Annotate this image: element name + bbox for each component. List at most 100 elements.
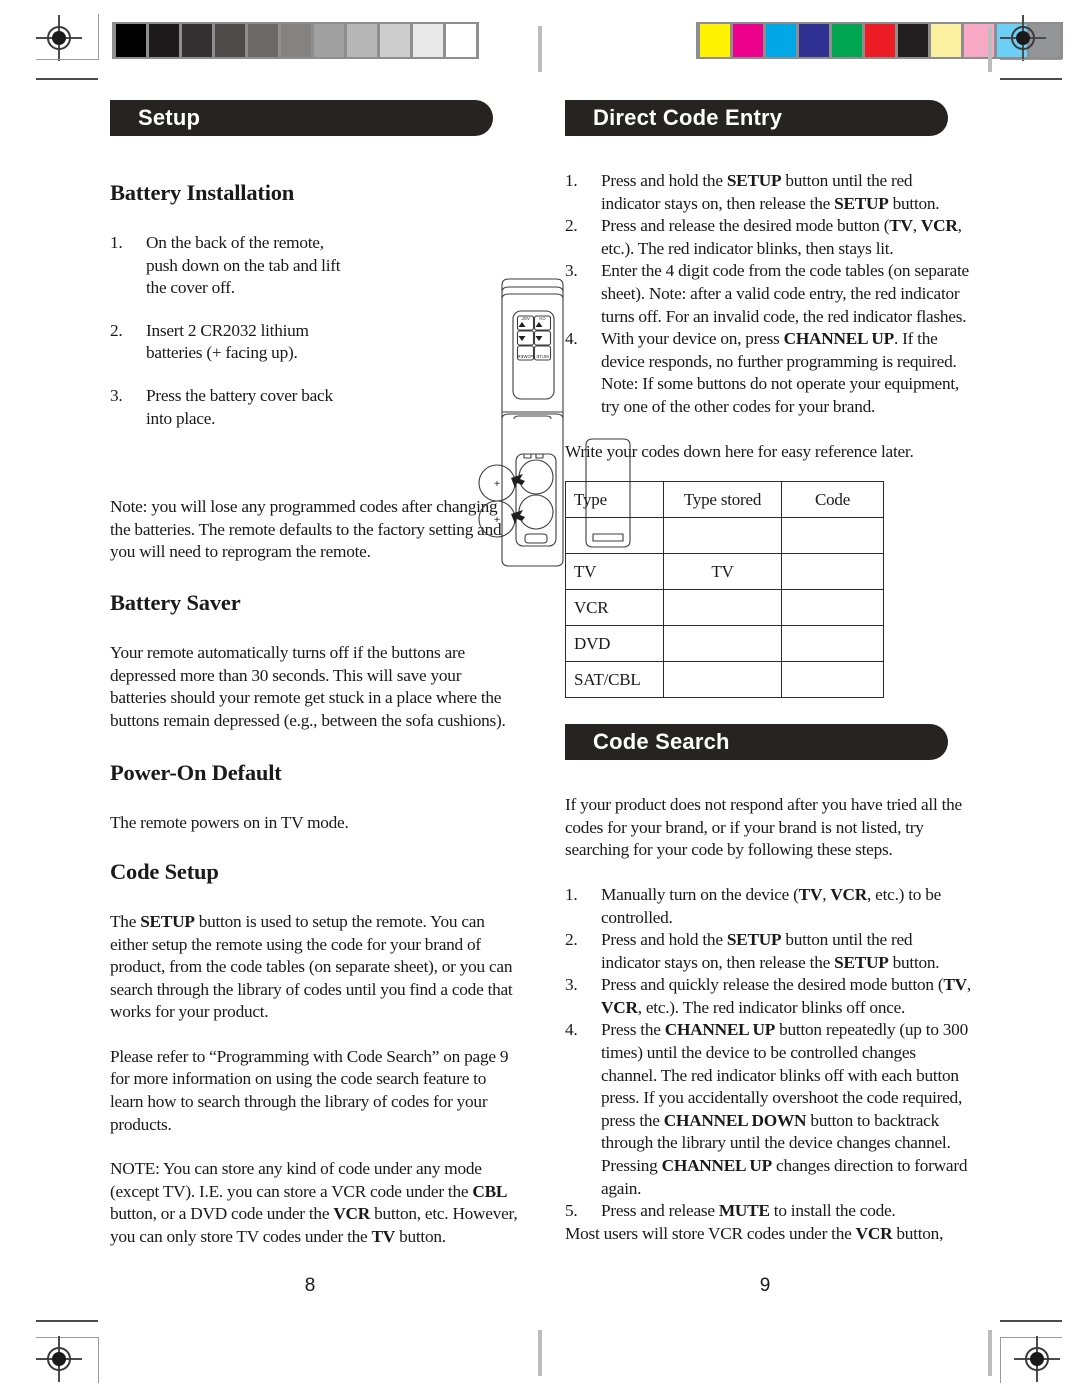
text-run: button. — [395, 1227, 446, 1247]
page-number-left: 8 — [304, 1275, 316, 1296]
table-cell: SAT/CBL — [565, 661, 664, 699]
step-number: 1. — [565, 171, 578, 190]
tv-keyword: TV — [371, 1227, 396, 1247]
text-run: Press and release — [601, 1201, 719, 1221]
table-cell: TV — [663, 553, 782, 591]
text-run: NOTE: You can store any kind of code und… — [110, 1159, 482, 1201]
step-text: Insert 2 CR2032 lithium batteries (+ fac… — [146, 320, 309, 363]
page-left: Setup Battery Installation 1. On the bac… — [110, 100, 631, 1249]
text-run: Manually turn on the device ( — [601, 884, 799, 904]
table-cell-blank[interactable] — [663, 517, 782, 555]
text-run: , — [912, 216, 921, 236]
direct-code-entry-steps: 1. Press and hold the SETUP button until … — [565, 170, 975, 419]
table-cell-blank[interactable] — [781, 517, 884, 555]
manual-spread: Setup Battery Installation 1. On the bac… — [0, 0, 1080, 1397]
code-setup-paragraph-2: Please refer to “Programming with Code S… — [110, 1046, 509, 1134]
corner-rule-v — [1000, 1337, 1002, 1383]
emphasis-keyword: SETUP — [726, 930, 782, 950]
remote-key-label-power: POWER — [517, 354, 534, 359]
list-item: 1. On the back of the remote, push down … — [110, 232, 342, 300]
table-cell-blank[interactable] — [565, 517, 664, 555]
heading-battery-saver: Battery Saver — [110, 589, 241, 615]
table-row: TV TV — [565, 553, 884, 591]
bottom-center-tick-right — [988, 1330, 992, 1376]
step-number: 2. — [110, 320, 123, 340]
text-run: button, — [892, 1223, 944, 1243]
section-header-setup: Setup — [110, 100, 493, 136]
list-item: 1. Manually turn on the device (TV, VCR, … — [565, 884, 975, 929]
text-run: With your device on, press — [601, 329, 784, 349]
emphasis-keyword: MUTE — [718, 1201, 770, 1221]
step-text: Enter the 4 digit code from the code tab… — [601, 261, 969, 325]
code-search-intro: If your product does not respond after y… — [565, 795, 962, 860]
table-header-cell: Type stored — [663, 481, 782, 519]
text-run: to install the code. — [769, 1201, 896, 1221]
reg-dot — [52, 1352, 66, 1366]
text-run: Press the — [601, 1020, 665, 1040]
emphasis-keyword: VCR — [601, 997, 638, 1017]
list-item: 5. Press and release MUTE to install the … — [565, 1200, 975, 1223]
table-cell-blank[interactable] — [781, 589, 884, 627]
table-cell-blank[interactable] — [781, 661, 884, 699]
table-cell-blank[interactable] — [781, 553, 884, 591]
text-run: Press and release the desired mode butto… — [601, 216, 890, 236]
table-header-cell: Type — [565, 481, 664, 519]
emphasis-keyword: CHANNEL UP — [664, 1020, 776, 1040]
step-number: 1. — [110, 233, 123, 252]
step-text: Press and release MUTE to install the co… — [601, 1201, 896, 1220]
table-cell: VCR — [565, 589, 664, 627]
text-run: button. — [888, 193, 940, 213]
emphasis-keyword: SETUP — [726, 171, 782, 190]
table-row — [565, 517, 884, 555]
corner-rule-v — [98, 1337, 100, 1383]
list-item: 1. Press and hold the SETUP button until … — [565, 170, 975, 215]
section-header-code-search: Code Search — [565, 724, 948, 761]
step-text: With your device on, press CHANNEL UP. I… — [601, 329, 959, 416]
text-run: Enter the 4 digit code from the code tab… — [601, 261, 969, 326]
step-text: Press and hold the SETUP button until th… — [601, 171, 940, 213]
bottom-center-tick — [538, 1330, 542, 1376]
remote-key-label-mute: MUTE — [536, 354, 549, 359]
heading-power-on-default: Power-On Default — [110, 760, 282, 786]
setup-keyword: SETUP — [140, 911, 195, 931]
table-cell-blank[interactable] — [663, 589, 782, 627]
text-run: , — [966, 975, 971, 995]
step-number: 3. — [565, 261, 578, 281]
emphasis-keyword: SETUP — [834, 952, 889, 972]
table-cell-blank[interactable] — [663, 625, 782, 663]
list-item: 3. Press and quickly release the desired … — [565, 974, 975, 1019]
battery-plus-symbol: + — [494, 514, 500, 526]
list-item: 4. With your device on, press CHANNEL UP.… — [565, 328, 975, 418]
step-text: Press the CHANNEL UP button repeatedly (… — [601, 1020, 968, 1197]
step-number: 2. — [565, 216, 578, 236]
step-text: Manually turn on the device (TV, VCR, et… — [601, 885, 941, 927]
table-header-cell: Code — [781, 481, 884, 519]
step-number: 3. — [565, 975, 578, 995]
write-codes-line: Write your codes down here for easy refe… — [565, 441, 914, 461]
table-cell-blank[interactable] — [663, 661, 782, 699]
text-run: , etc.). The red indicator blinks off on… — [637, 997, 906, 1017]
step-text: Press and hold the SETUP button until th… — [601, 930, 940, 972]
emphasis-keyword: CHANNEL DOWN — [663, 1110, 807, 1130]
text-run: Press and hold the — [601, 171, 727, 190]
text-run: Press and hold the — [601, 930, 727, 950]
remote-key-label-vol: VOL — [521, 316, 530, 321]
text-run: Press and quickly release the desired mo… — [601, 975, 944, 995]
table-row: SAT/CBL — [565, 661, 884, 699]
trim-tick — [1000, 1320, 1062, 1322]
list-item: 3. Press the battery cover back into pla… — [110, 385, 342, 430]
list-item: 4. Press the CHANNEL UP button repeatedly… — [565, 1019, 975, 1200]
battery-installation-note: Note: you will lose any programmed codes… — [110, 497, 502, 562]
reg-dot — [1030, 1352, 1044, 1366]
page-right: Direct Code Entry 1. Press and hold the S… — [565, 100, 975, 1245]
table-cell-blank[interactable] — [781, 625, 884, 663]
section-header-direct-code-entry: Direct Code Entry — [565, 100, 948, 136]
table-row: DVD — [565, 625, 884, 663]
list-item: 3. Enter the 4 digit code from the code t… — [565, 260, 975, 328]
step-number: 5. — [565, 1201, 578, 1221]
code-record-table: Type Type stored Code TV TV VCR DVD SAT/CBL — [565, 481, 884, 699]
emphasis-keyword: VCR — [920, 216, 958, 236]
step-number: 2. — [565, 930, 578, 950]
vcr-keyword: VCR — [855, 1223, 893, 1243]
emphasis-keyword: SETUP — [834, 193, 889, 213]
